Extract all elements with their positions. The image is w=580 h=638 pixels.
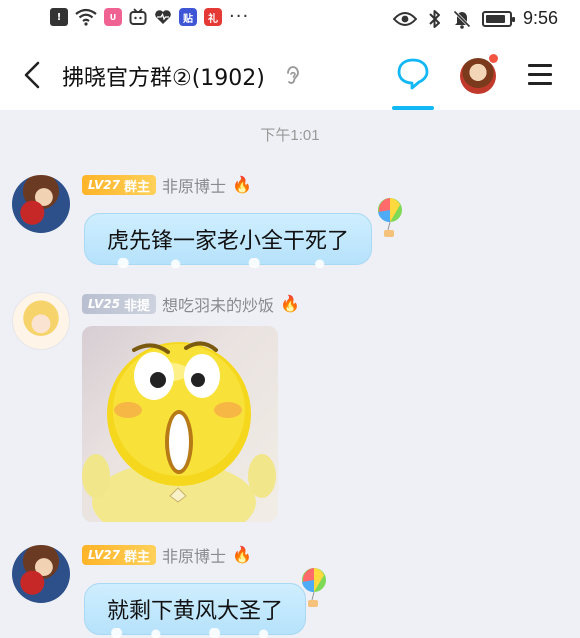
balloon-icon [302,568,326,607]
battery-fill [485,14,505,23]
message-text: 虎先锋一家老小全干死了 [107,229,350,254]
eye-icon [392,11,417,26]
sender-name[interactable]: 非原博士 [162,543,226,567]
status-overflow: ··· [229,6,250,27]
app-badge-icon: U [104,8,122,26]
chat-header: 拂晓官方群②(1902) [0,40,580,110]
level-badge: LV25 非提 [82,294,156,314]
message-timestamp: 下午1:01 [260,127,320,144]
sender-name[interactable]: 想吃羽未的炒饭 [162,292,274,316]
avatar[interactable] [12,292,70,350]
balloon-icon [378,198,402,237]
role-text: 群主 [123,179,150,195]
hamburger-menu-icon[interactable] [528,64,552,86]
avatar[interactable] [12,175,70,233]
tab-chat[interactable] [392,54,434,110]
surprised-emoji-icon [82,341,276,522]
battery-icon [481,10,515,27]
sender-meta: LV25 非提 想吃羽未的炒饭 🔥 [82,292,300,316]
sender-meta: LV27 群主 非原博士 🔥 [82,173,252,197]
surprised-emoji-sticker[interactable] [82,326,278,522]
bluetooth-icon [429,9,440,28]
flame-icon: 🔥 [280,294,300,313]
sender-name[interactable]: 非原博士 [162,173,226,197]
notification-dot [488,53,499,64]
status-right-icons: 9:56 [392,8,558,29]
message-bubble[interactable]: 虎先锋一家老小全干死了 [84,213,373,268]
bubble-decoration [97,628,294,638]
chat-bubble-icon [397,58,429,90]
flame-icon: 🔥 [232,175,252,194]
avatar[interactable] [12,545,70,603]
bell-off-icon [452,9,471,29]
gift-icon: 礼 [204,8,222,26]
tab-chat-indicator [392,106,434,110]
bubble-decoration [97,258,360,268]
role-text: 群主 [123,549,150,565]
tieba-icon: 贴 [179,8,197,26]
level-text: LV25 [88,297,120,311]
level-text: LV27 [88,548,120,562]
wifi-icon [75,8,97,26]
level-badge: LV27 群主 [82,545,156,565]
ear-icon[interactable] [283,64,303,88]
group-title[interactable]: 拂晓官方群②(1902) [62,60,265,92]
level-badge: LV27 群主 [82,175,156,195]
role-text: 非提 [123,298,150,314]
tv-icon [129,8,147,25]
alert-icon: ! [50,8,68,26]
sender-meta: LV27 群主 非原博士 🔥 [82,543,252,567]
flame-icon: 🔥 [232,545,252,564]
message-text: 就剩下黄风大圣了 [107,599,284,624]
chevron-left-icon[interactable] [18,60,48,90]
message-bubble[interactable]: 就剩下黄风大圣了 [84,583,307,638]
level-text: LV27 [88,178,120,192]
status-left-icons: ! U 贴 礼 ··· [50,8,249,26]
heart-pulse-icon [155,10,171,24]
status-bar: ! U 贴 礼 ··· 9:56 [0,0,580,40]
clock: 9:56 [522,8,558,28]
